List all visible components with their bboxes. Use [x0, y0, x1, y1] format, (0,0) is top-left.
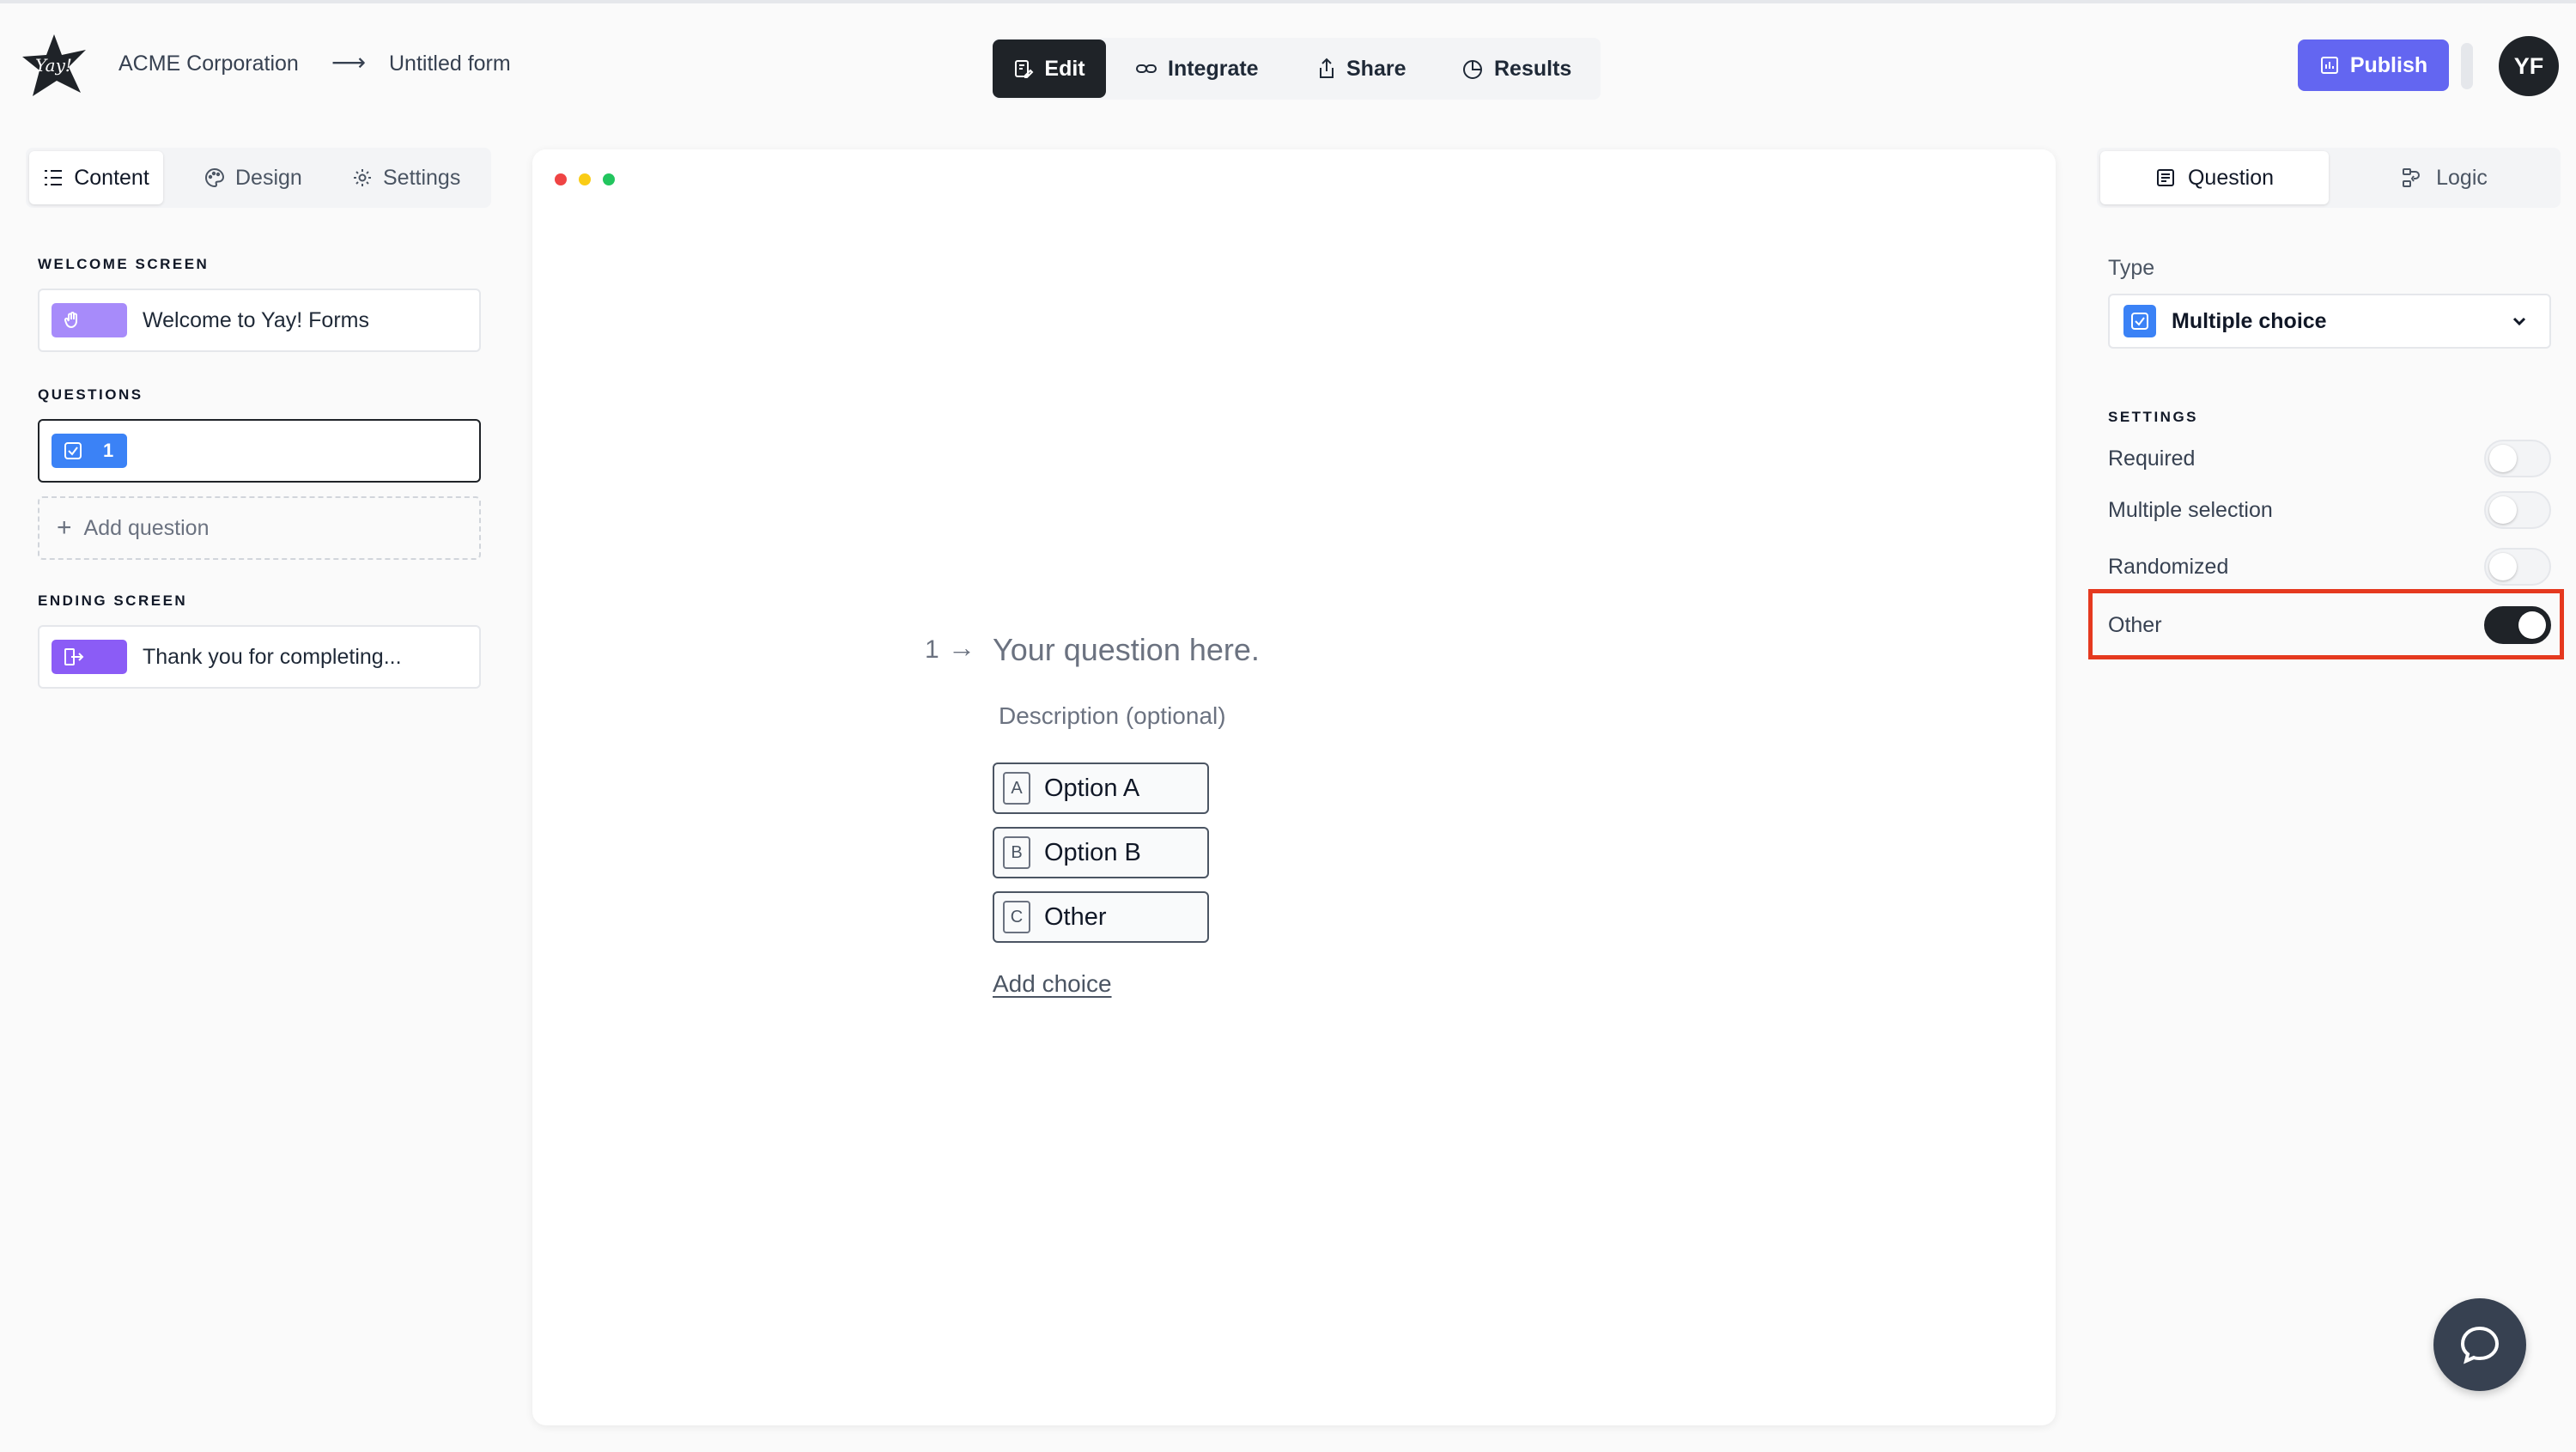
left-panel-tabs: Content Design Settings	[26, 148, 491, 208]
chat-bubble-icon	[2460, 1326, 2500, 1364]
nav-share-button[interactable]: Share	[1317, 39, 1406, 98]
choice-key: C	[1003, 901, 1030, 933]
logic-branch-icon	[2403, 168, 2421, 187]
nav-integrate-button[interactable]: Integrate	[1135, 39, 1259, 98]
window-close-dot	[555, 173, 567, 185]
setting-required: Required	[2108, 440, 2551, 477]
exit-icon	[52, 640, 127, 674]
add-choice-link[interactable]: Add choice	[993, 970, 1112, 998]
add-question-button[interactable]: + Add question	[38, 496, 481, 560]
nav-results-label: Results	[1494, 56, 1572, 81]
tab-logic[interactable]: Logic	[2332, 151, 2557, 204]
question-description-input[interactable]: Description (optional)	[999, 702, 1226, 730]
question-form-icon	[2156, 169, 2174, 186]
choice-option-b[interactable]: B Option B	[993, 827, 1209, 878]
question-item-1[interactable]: 1	[38, 419, 481, 483]
chevron-down-icon	[2512, 317, 2526, 326]
publish-options-button[interactable]	[2461, 43, 2473, 89]
choice-option-a[interactable]: A Option A	[993, 762, 1209, 814]
avatar[interactable]: YF	[2499, 36, 2559, 96]
question-type-value: Multiple choice	[2172, 308, 2327, 333]
type-label: Type	[2108, 256, 2155, 280]
nav-edit-button[interactable]: Edit	[993, 39, 1106, 98]
edit-icon	[1015, 60, 1034, 78]
plus-icon: +	[57, 513, 72, 542]
questions-heading: QUESTIONS	[38, 386, 143, 403]
nav-edit-label: Edit	[1044, 56, 1085, 81]
nav-results-button[interactable]: Results	[1461, 39, 1571, 98]
tab-content-label: Content	[74, 165, 149, 190]
publish-label: Publish	[2349, 52, 2428, 77]
share-icon	[1320, 58, 1334, 78]
tab-question[interactable]: Question	[2100, 151, 2329, 204]
gear-icon	[354, 169, 371, 186]
header: Yay! ACME Corporation ⟶ Untitled form Ed…	[0, 3, 2576, 124]
main-nav: Edit Integrate Share Results	[993, 38, 1601, 100]
settings-heading: SETTINGS	[2108, 409, 2199, 425]
randomized-toggle[interactable]	[2484, 548, 2551, 586]
breadcrumb-arrow-icon: ⟶	[331, 49, 367, 76]
welcome-screen-heading: WELCOME SCREEN	[38, 256, 210, 272]
breadcrumb-company[interactable]: ACME Corporation	[118, 52, 299, 76]
multiple-selection-toggle[interactable]	[2484, 491, 2551, 529]
highlight-box	[2088, 589, 2564, 659]
svg-text:Yay!: Yay!	[35, 55, 72, 76]
setting-label: Randomized	[2108, 555, 2229, 579]
ending-screen-label: Thank you for completing...	[143, 644, 402, 669]
setting-multiple-selection: Multiple selection	[2108, 491, 2551, 529]
choice-label: Other	[1044, 902, 1107, 931]
breadcrumb-form-name[interactable]: Untitled form	[389, 52, 511, 76]
hand-wave-icon	[52, 303, 127, 337]
choice-option-other[interactable]: C Other	[993, 891, 1209, 943]
window-maximize-dot	[603, 173, 615, 185]
publish-button[interactable]: Publish	[2298, 39, 2449, 91]
question-number: 1	[103, 440, 114, 461]
choice-label: Option A	[1044, 774, 1140, 802]
palette-icon	[205, 167, 225, 188]
arrow-right-icon: →	[948, 632, 975, 663]
tab-design[interactable]: Design	[204, 151, 302, 204]
setting-label: Required	[2108, 447, 2196, 471]
question-chip: 1	[52, 434, 127, 468]
link-icon	[1136, 64, 1157, 73]
choice-key: A	[1003, 772, 1030, 805]
tab-settings-label: Settings	[383, 165, 461, 190]
tab-content[interactable]: Content	[29, 151, 163, 204]
setting-label: Multiple selection	[2108, 498, 2273, 522]
setting-randomized: Randomized	[2108, 548, 2551, 586]
toggle-knob	[2489, 553, 2517, 580]
tab-settings[interactable]: Settings	[352, 151, 460, 204]
window-minimize-dot	[579, 173, 591, 185]
checkbox-icon	[2123, 305, 2156, 337]
tab-question-label: Question	[2187, 165, 2275, 190]
publish-icon	[2320, 57, 2338, 74]
question-title-input[interactable]: Your question here.	[993, 632, 1260, 668]
nav-share-label: Share	[1346, 56, 1406, 81]
help-chat-button[interactable]	[2433, 1298, 2526, 1391]
list-icon	[45, 170, 63, 185]
toggle-knob	[2489, 445, 2517, 472]
add-question-label: Add question	[83, 515, 210, 540]
question-type-select[interactable]: Multiple choice	[2108, 294, 2551, 349]
required-toggle[interactable]	[2484, 440, 2551, 477]
checkbox-icon	[64, 442, 82, 459]
right-panel-tabs: Question Logic	[2097, 148, 2561, 208]
question-index: 1	[925, 635, 939, 664]
nav-integrate-label: Integrate	[1168, 56, 1259, 81]
welcome-screen-label: Welcome to Yay! Forms	[143, 307, 369, 332]
tab-logic-label: Logic	[2436, 165, 2488, 190]
form-preview-canvas	[532, 149, 2056, 1425]
toggle-knob	[2489, 496, 2517, 524]
yay-logo[interactable]: Yay!	[21, 33, 88, 100]
ending-screen-item[interactable]: Thank you for completing...	[38, 625, 481, 689]
welcome-screen-item[interactable]: Welcome to Yay! Forms	[38, 289, 481, 352]
choice-label: Option B	[1044, 838, 1141, 866]
ending-screen-heading: ENDING SCREEN	[38, 592, 188, 609]
choice-key: B	[1003, 836, 1030, 869]
pie-chart-icon	[1463, 60, 1482, 79]
tab-design-label: Design	[235, 165, 302, 190]
